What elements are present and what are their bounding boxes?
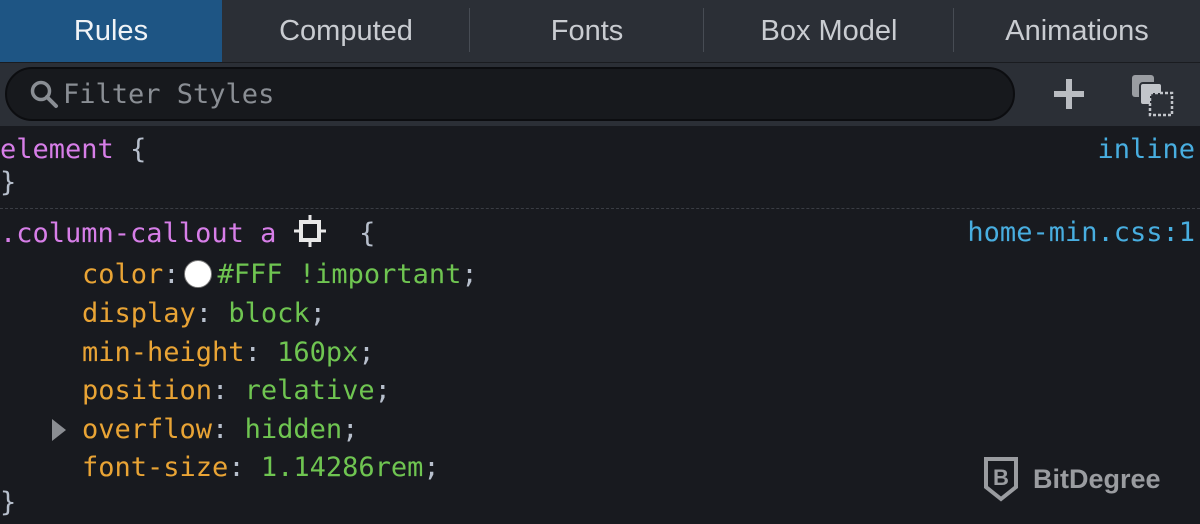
add-rule-button[interactable]	[1050, 75, 1088, 113]
rule-header: .column-callout a {	[0, 214, 375, 253]
node-highlight-icon[interactable]	[293, 214, 327, 248]
expand-arrow-icon[interactable]	[52, 419, 66, 441]
close-brace: }	[0, 167, 17, 198]
rule-source-link[interactable]: home-min.css:1	[967, 214, 1195, 252]
property-value[interactable]: #FFF !important	[218, 259, 462, 290]
tab-fonts[interactable]: Fonts	[470, 0, 704, 62]
declaration: overflow: hidden;	[82, 414, 359, 445]
search-icon	[30, 80, 58, 108]
rule-source-link[interactable]: inline	[1097, 131, 1195, 169]
close-brace: }	[0, 487, 17, 518]
bitdegree-shield-icon: B	[984, 457, 1018, 502]
property-name[interactable]: display	[82, 298, 196, 329]
property-value[interactable]: 1.14286rem	[261, 452, 424, 483]
tab-animations[interactable]: Animations	[954, 0, 1200, 62]
rule-selector[interactable]: element	[0, 134, 114, 165]
declaration: font-size: 1.14286rem;	[82, 452, 440, 483]
color-swatch[interactable]	[183, 260, 212, 288]
property-name[interactable]: font-size	[82, 452, 228, 483]
property-name[interactable]: min-height	[82, 337, 245, 368]
rule-header: element {	[0, 131, 146, 169]
property-value[interactable]: block	[228, 298, 309, 329]
sidebar-tabs: Rules Computed Fonts Box Model Animation…	[0, 0, 1200, 63]
watermark: B BitDegree	[983, 456, 1161, 502]
property-name[interactable]: overflow	[82, 414, 212, 445]
open-brace: {	[130, 134, 147, 165]
rule-divider	[0, 208, 1200, 209]
tab-box-model[interactable]: Box Model	[704, 0, 954, 62]
toggle-classes-button[interactable]	[1130, 73, 1176, 119]
open-brace: {	[359, 218, 376, 249]
property-value[interactable]: 160px	[277, 337, 358, 368]
property-name[interactable]: position	[82, 375, 212, 406]
tab-rules[interactable]: Rules	[0, 0, 222, 62]
tab-computed[interactable]: Computed	[222, 0, 470, 62]
watermark-text: BitDegree	[1033, 463, 1161, 494]
property-value[interactable]: relative	[245, 375, 375, 406]
filter-styles-input[interactable]	[63, 78, 963, 110]
declaration: min-height: 160px;	[82, 337, 375, 368]
rules-toolbar	[0, 63, 1200, 126]
property-value[interactable]: hidden	[245, 414, 343, 445]
svg-text:B: B	[993, 465, 1009, 490]
rule-selector[interactable]: .column-callout a	[0, 218, 276, 249]
declaration: display: block;	[82, 298, 326, 329]
filter-styles-field[interactable]	[5, 67, 1015, 121]
property-name[interactable]: color	[82, 259, 163, 290]
declaration: position: relative;	[82, 375, 391, 406]
declaration: color: #FFF !important;	[82, 259, 478, 290]
